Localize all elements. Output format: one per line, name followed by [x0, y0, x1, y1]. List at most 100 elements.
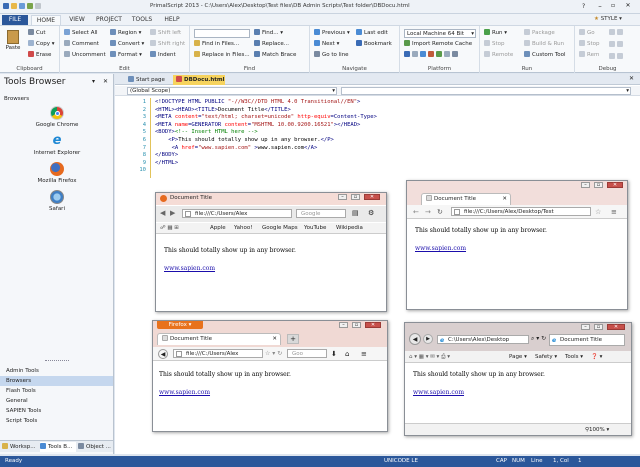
bookmark-button[interactable]: Bookmark	[356, 40, 392, 48]
forward-icon[interactable]: ▶	[170, 209, 175, 217]
format-button[interactable]: Format ▾	[110, 51, 142, 59]
maximize-button[interactable]: ▫	[594, 324, 603, 330]
minimize-button[interactable]: –	[594, 2, 606, 11]
forward-icon[interactable]: ▶	[423, 334, 433, 344]
new-tab-button[interactable]: +	[287, 334, 299, 344]
category-general[interactable]: General	[0, 396, 113, 406]
remote-button[interactable]: Remote	[484, 51, 513, 59]
firefox-tab[interactable]: Document Title ✕	[157, 333, 281, 345]
next-button[interactable]: Next ▾	[314, 40, 339, 48]
zoom-level[interactable]: ⚲100% ▾	[585, 424, 609, 435]
quick-access-icons[interactable]	[3, 3, 63, 11]
tab-help[interactable]: HELP	[159, 15, 185, 25]
tab-view[interactable]: VIEW	[64, 15, 90, 25]
back-icon[interactable]: ◀	[158, 349, 168, 359]
shift-right-button[interactable]: Shift right	[150, 40, 185, 48]
tab-tools[interactable]: TOOLS	[129, 15, 155, 25]
category-script-tools[interactable]: Script Tools	[0, 416, 113, 426]
tab-tools-browser[interactable]: Tools B...	[40, 442, 76, 452]
code-line[interactable]: <META content="text/html; charset=unicod…	[155, 114, 625, 122]
tab-object-browser[interactable]: Object ...	[78, 442, 112, 452]
indent-button[interactable]: Indent	[150, 51, 176, 59]
import-remote-cache-button[interactable]: Import Remote Cache	[404, 40, 472, 48]
back-icon[interactable]: ◀	[409, 333, 421, 345]
bookmark-wikipedia[interactable]: Wikipedia	[336, 223, 363, 234]
scope-select[interactable]: (Global Scope) ▾	[127, 87, 337, 95]
run-button[interactable]: Run ▾	[484, 29, 507, 37]
menu-icon[interactable]: ≡	[611, 208, 617, 216]
tab-project[interactable]: PROJECT	[93, 15, 125, 25]
firefox-address-bar[interactable]: file:///C:/Users/Alex	[182, 209, 292, 218]
category-browsers[interactable]: Browsers	[0, 376, 113, 386]
star-icon[interactable]: ☆ ▾ ↻	[265, 350, 282, 357]
tab-start-page[interactable]: Start page	[125, 75, 171, 85]
menu-icon[interactable]: ≡	[361, 350, 367, 358]
download-icon[interactable]: ⬇	[331, 350, 337, 358]
close-button[interactable]: ✕	[620, 2, 636, 11]
maximize-button[interactable]: ▫	[594, 182, 603, 188]
tab-file[interactable]: FILE	[2, 15, 28, 25]
page-menu-icon[interactable]: ▤	[352, 209, 359, 217]
last-edit-button[interactable]: Last edit	[356, 29, 388, 37]
style-menu[interactable]: ★ STYLE ▾	[594, 16, 622, 22]
paste-button[interactable]: Paste	[4, 30, 22, 51]
uncomment-button[interactable]: Uncomment	[64, 51, 106, 59]
chrome-tab[interactable]: Document Title ✕	[421, 193, 511, 205]
reload-icon[interactable]: ↻	[437, 208, 443, 216]
find-button[interactable]: Find... ▾	[254, 29, 283, 37]
browser-item-ie[interactable]: e Internet Explorer	[30, 134, 84, 157]
debug-remote-button[interactable]: Rem	[579, 51, 599, 59]
help-icon[interactable]: ?	[582, 3, 585, 10]
platform-select[interactable]: Local Machine 64 Bit ▾	[404, 29, 476, 38]
find-input[interactable]	[194, 29, 250, 38]
close-icon[interactable]: ✕	[272, 334, 277, 345]
replace-button[interactable]: Replace...	[254, 40, 289, 48]
tools-menu-icon[interactable]: ⚙	[368, 209, 374, 217]
ie-page-menu[interactable]: Page ▾	[509, 351, 527, 363]
comment-button[interactable]: Comment	[64, 40, 99, 48]
panel-splitter[interactable]	[45, 360, 69, 362]
back-icon[interactable]: ←	[413, 208, 419, 216]
debug-step-icons[interactable]	[609, 29, 637, 59]
command-icons[interactable]: ⌂ ▾ ▦ ▾ ✉ ▾ ⎙ ▾	[409, 351, 450, 363]
bookmark-youtube[interactable]: YouTube	[304, 223, 326, 234]
code-line[interactable]: <META name=GENERATOR content="MSHTML 10.…	[155, 122, 625, 130]
member-select[interactable]: ▾	[341, 87, 631, 95]
code-line[interactable]: </HTML>	[155, 160, 625, 168]
cut-button[interactable]: Cut	[28, 29, 45, 37]
maximize-button[interactable]: ▫	[607, 2, 619, 11]
bookmarks-icons[interactable]: ☍ ▦ ⊞	[160, 223, 179, 234]
code-line[interactable]: <A href="www.sapien.com" >www.sapien.com…	[155, 145, 625, 153]
match-brace-button[interactable]: Match Brace	[254, 51, 296, 59]
build-run-button[interactable]: Build & Run	[524, 40, 564, 48]
search-icon[interactable]: ⌕ ▾ ↻	[531, 335, 546, 343]
forward-icon[interactable]: →	[425, 208, 431, 216]
page-link[interactable]: www.sapien.com	[159, 389, 210, 396]
code-line[interactable]: <P>This should totally show up in any br…	[155, 137, 625, 145]
stop-button[interactable]: Stop	[484, 40, 505, 48]
code-line[interactable]: <BODY><!-- Insert HTML here -->	[155, 129, 625, 137]
close-button[interactable]: ✕	[364, 194, 380, 200]
minimize-button[interactable]: –	[338, 194, 347, 200]
close-button[interactable]: ✕	[365, 322, 381, 328]
package-button[interactable]: Package	[524, 29, 555, 37]
region-button[interactable]: Region ▾	[110, 29, 141, 37]
convert-button[interactable]: Convert ▾	[110, 40, 144, 48]
select-all-button[interactable]: Select All	[64, 29, 98, 37]
browser-item-firefox[interactable]: Mozilla Firefox	[30, 162, 84, 184]
page-link[interactable]: www.sapien.com	[413, 389, 464, 396]
firefox-new-address-bar[interactable]: file:///C:/Users/Alex	[173, 349, 263, 358]
page-link[interactable]: www.sapien.com	[415, 245, 466, 252]
close-icon[interactable]: ✕	[502, 194, 507, 205]
bookmark-yahoo[interactable]: Yahoo!	[234, 223, 252, 234]
custom-tool-button[interactable]: Custom Tool	[524, 51, 566, 59]
browser-item-chrome[interactable]: Google Chrome	[30, 106, 84, 128]
close-tabs-icon[interactable]: ✕	[629, 75, 634, 82]
code-line[interactable]: <!DOCTYPE HTML PUBLIC "-//W3C//DTD HTML …	[155, 99, 625, 107]
previous-button[interactable]: Previous ▾	[314, 29, 350, 37]
category-sapien-tools[interactable]: SAPIEN Tools	[0, 406, 113, 416]
maximize-button[interactable]: ▫	[352, 322, 361, 328]
page-link[interactable]: www.sapien.com	[164, 265, 215, 272]
code-editor[interactable]: <!DOCTYPE HTML PUBLIC "-//W3C//DTD HTML …	[155, 99, 625, 175]
bookmark-apple[interactable]: Apple	[210, 223, 226, 234]
